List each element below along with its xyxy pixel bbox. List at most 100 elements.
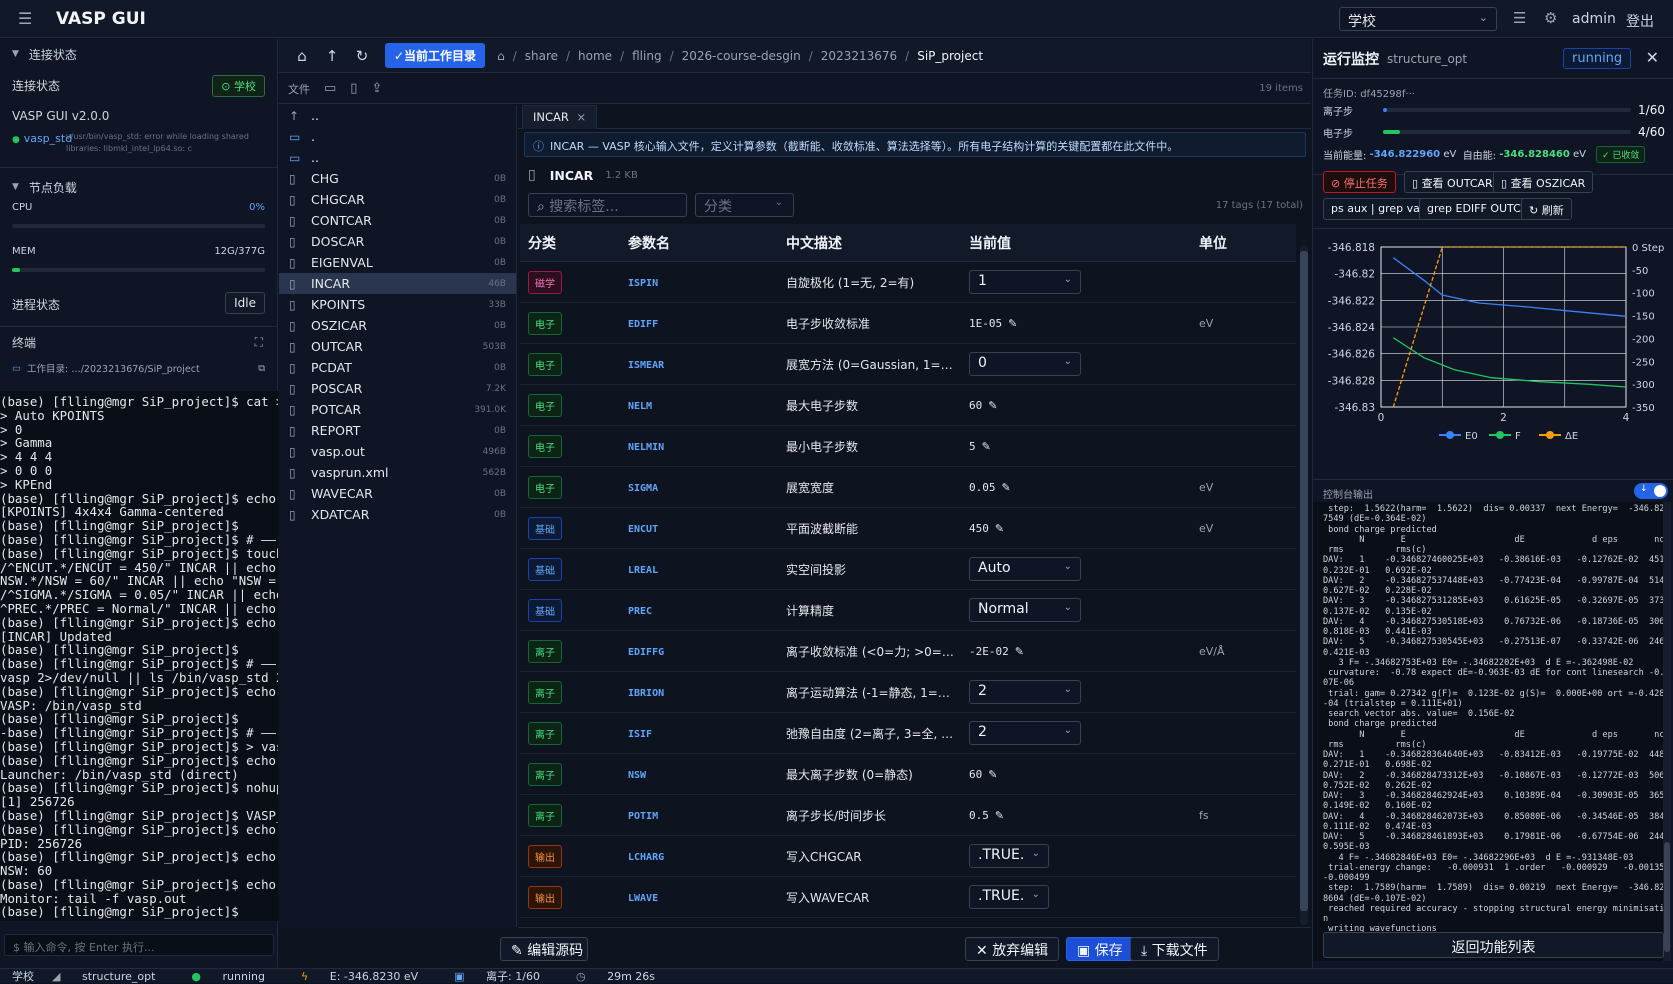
new-file-icon[interactable]: ▯ — [350, 81, 357, 96]
tab-incar[interactable]: INCAR × — [522, 105, 598, 129]
edit-source-button[interactable]: ✎ 编辑源码 — [500, 937, 588, 961]
file-row[interactable]: ▯ POSCAR 7.2K — [279, 378, 516, 399]
file-row[interactable]: ▯ vasp.out 496B — [279, 441, 516, 462]
file-row[interactable]: ▭.. — [279, 147, 516, 168]
pencil-icon[interactable]: ✎ — [982, 440, 991, 453]
refresh-button[interactable]: ↻ 刷新 — [1521, 198, 1572, 220]
school-select[interactable]: 学校 ⌄ — [1339, 7, 1497, 31]
pencil-icon[interactable]: ✎ — [988, 399, 997, 412]
value-select[interactable]: Normal ⌄ — [969, 598, 1081, 622]
menu-icon[interactable]: ☰ — [18, 9, 34, 28]
command-input[interactable]: $ 输入命令, 按 Enter 执行... — [4, 934, 274, 956]
copy-icon[interactable]: ⧉ — [258, 363, 265, 374]
logout-link[interactable]: 登出 — [1626, 11, 1654, 31]
list-icon[interactable]: ☰ — [1513, 9, 1526, 27]
file-row[interactable]: ▯ POTCAR 391.0K — [279, 399, 516, 420]
file-row[interactable]: ▯ CHGCAR 0B — [279, 189, 516, 210]
value-select[interactable]: .TRUE. ⌄ — [969, 844, 1049, 868]
connection-section-header[interactable]: ▼ 连接状态 — [0, 39, 277, 69]
cwd-button[interactable]: ✓当前工作目录 — [385, 43, 486, 68]
download-button[interactable]: ⤓ 下载文件 — [1130, 937, 1219, 961]
value-select[interactable]: Auto ⌄ — [969, 557, 1081, 581]
pencil-icon[interactable]: ✎ — [1015, 645, 1024, 658]
scrollbar-thumb[interactable] — [1300, 251, 1308, 911]
breadcrumb-item[interactable]: 2023213676 — [821, 49, 897, 63]
file-row[interactable]: ▯ XDATCAR 0B — [279, 504, 516, 525]
file-row[interactable]: ▯ DOSCAR 0B — [279, 231, 516, 252]
value-text-field[interactable]: 1E-05 ✎ — [969, 316, 1017, 330]
file-row[interactable]: ▯ CHG 0B — [279, 168, 516, 189]
header-unit[interactable]: 单位 — [1197, 233, 1227, 253]
new-folder-icon[interactable]: ▭ — [324, 81, 336, 96]
pencil-icon[interactable]: ✎ — [995, 522, 1004, 535]
terminal-output[interactable]: (base) [flling@mgr SiP_project]$ cat > K… — [0, 391, 278, 921]
file-row[interactable]: ▯ KPOINTS 33B — [279, 294, 516, 315]
back-to-menu-button[interactable]: 返回功能列表 — [1323, 932, 1664, 958]
console-output[interactable]: step: 1.5622(harm= 1.5622) dis= 0.00337 … — [1313, 502, 1663, 961]
header-description[interactable]: 中文描述 — [784, 233, 967, 253]
terminal-line: [KPOINTS] 4x4x4 Gamma-centered — [0, 504, 224, 520]
header-category[interactable]: 分类 — [520, 233, 624, 253]
pencil-icon[interactable]: ✎ — [1002, 481, 1011, 494]
breadcrumb-item[interactable]: SiP_project — [917, 49, 983, 63]
home-icon[interactable]: ⌂ — [295, 47, 309, 65]
refresh-icon[interactable]: ↻ — [355, 47, 369, 65]
tag-search-input[interactable]: ⌕ 搜索标签... — [528, 193, 687, 217]
discard-button[interactable]: ✕ 放弃编辑 — [965, 937, 1060, 961]
value-select[interactable]: 1 ⌄ — [969, 270, 1081, 294]
value-select[interactable]: .TRUE. ⌄ — [969, 885, 1049, 909]
view-outcar-button[interactable]: ▯ 查看 OUTCAR — [1404, 171, 1501, 193]
file-row[interactable]: ▯ vasprun.xml 562B — [279, 462, 516, 483]
console-scrollbar[interactable] — [1663, 502, 1671, 961]
pencil-icon[interactable]: ✎ — [988, 768, 997, 781]
console-line: curvature: -0.78 expect dE=-0.963E-03 dE… — [1323, 668, 1663, 678]
value-select[interactable]: 2 ⌄ — [969, 721, 1081, 745]
close-icon[interactable]: ✕ — [1646, 48, 1659, 67]
file-row[interactable]: ▯ CONTCAR 0B — [279, 210, 516, 231]
value-text-field[interactable]: 60 ✎ — [969, 767, 997, 781]
file-row[interactable]: ▭. — [279, 126, 516, 147]
value-text-field[interactable]: 450 ✎ — [969, 521, 1004, 535]
divider — [1313, 228, 1673, 229]
user-name[interactable]: admin — [1572, 11, 1616, 27]
header-param-name[interactable]: 参数名 — [624, 233, 784, 253]
value-text-field[interactable]: 60 ✎ — [969, 398, 997, 412]
expand-icon[interactable]: ⛶ — [255, 335, 263, 350]
file-row[interactable]: ▯ REPORT 0B — [279, 420, 516, 441]
value-text-field[interactable]: -2E-02 ✎ — [969, 644, 1024, 658]
file-row[interactable]: ↑.. — [279, 105, 516, 126]
file-row[interactable]: ▯ PCDAT 0B — [279, 357, 516, 378]
view-oszicar-button[interactable]: ▯ 查看 OSZICAR — [1493, 171, 1594, 193]
file-row[interactable]: ▯ OSZICAR 0B — [279, 315, 516, 336]
vasp-link[interactable]: vasp_std — [24, 132, 73, 145]
editor-scrollbar[interactable] — [1300, 245, 1308, 925]
pencil-icon[interactable]: ✎ — [995, 809, 1004, 822]
header-current-value[interactable]: 当前值 — [967, 233, 1197, 253]
console-line: step: 1.5622(harm= 1.5622) dis= 0.00337 … — [1323, 504, 1663, 514]
node-section-header[interactable]: ▼ 节点负载 — [0, 172, 277, 202]
file-row[interactable]: ▯ OUTCAR 503B — [279, 336, 516, 357]
category-select[interactable]: 分类 ⌄ — [695, 193, 794, 217]
breadcrumb-home-icon[interactable]: ⌂ — [497, 49, 505, 63]
file-row[interactable]: ▯ WAVECAR 0B — [279, 483, 516, 504]
file-row[interactable]: ▯ INCAR 46B — [279, 273, 516, 294]
upload-icon[interactable]: ⇪ — [371, 81, 382, 96]
close-icon[interactable]: × — [577, 110, 587, 124]
breadcrumb-item[interactable]: flling — [632, 49, 661, 63]
pencil-icon[interactable]: ✎ — [1008, 317, 1017, 330]
value-select[interactable]: 0 ⌄ — [969, 352, 1081, 376]
gear-icon[interactable]: ⚙ — [1544, 9, 1557, 27]
value-text-field[interactable]: 0.5 ✎ — [969, 808, 1004, 822]
value-select[interactable]: 2 ⌄ — [969, 680, 1081, 704]
scrollbar-thumb[interactable] — [1664, 842, 1670, 952]
file-row[interactable]: ▯ EIGENVAL 0B — [279, 252, 516, 273]
stop-task-button[interactable]: ⊘ 停止任务 — [1323, 171, 1396, 193]
breadcrumb-item[interactable]: share — [525, 49, 558, 63]
value-text-field[interactable]: 5 ✎ — [969, 439, 991, 453]
save-button[interactable]: ▣ 保存 — [1066, 937, 1134, 961]
breadcrumb-item[interactable]: 2026-course-desgin — [682, 49, 801, 63]
breadcrumb-item[interactable]: home — [578, 49, 612, 63]
auto-scroll-toggle[interactable]: ↓ — [1634, 483, 1668, 499]
up-arrow-icon[interactable]: ↑ — [325, 47, 339, 65]
value-text-field[interactable]: 0.05 ✎ — [969, 480, 1011, 494]
